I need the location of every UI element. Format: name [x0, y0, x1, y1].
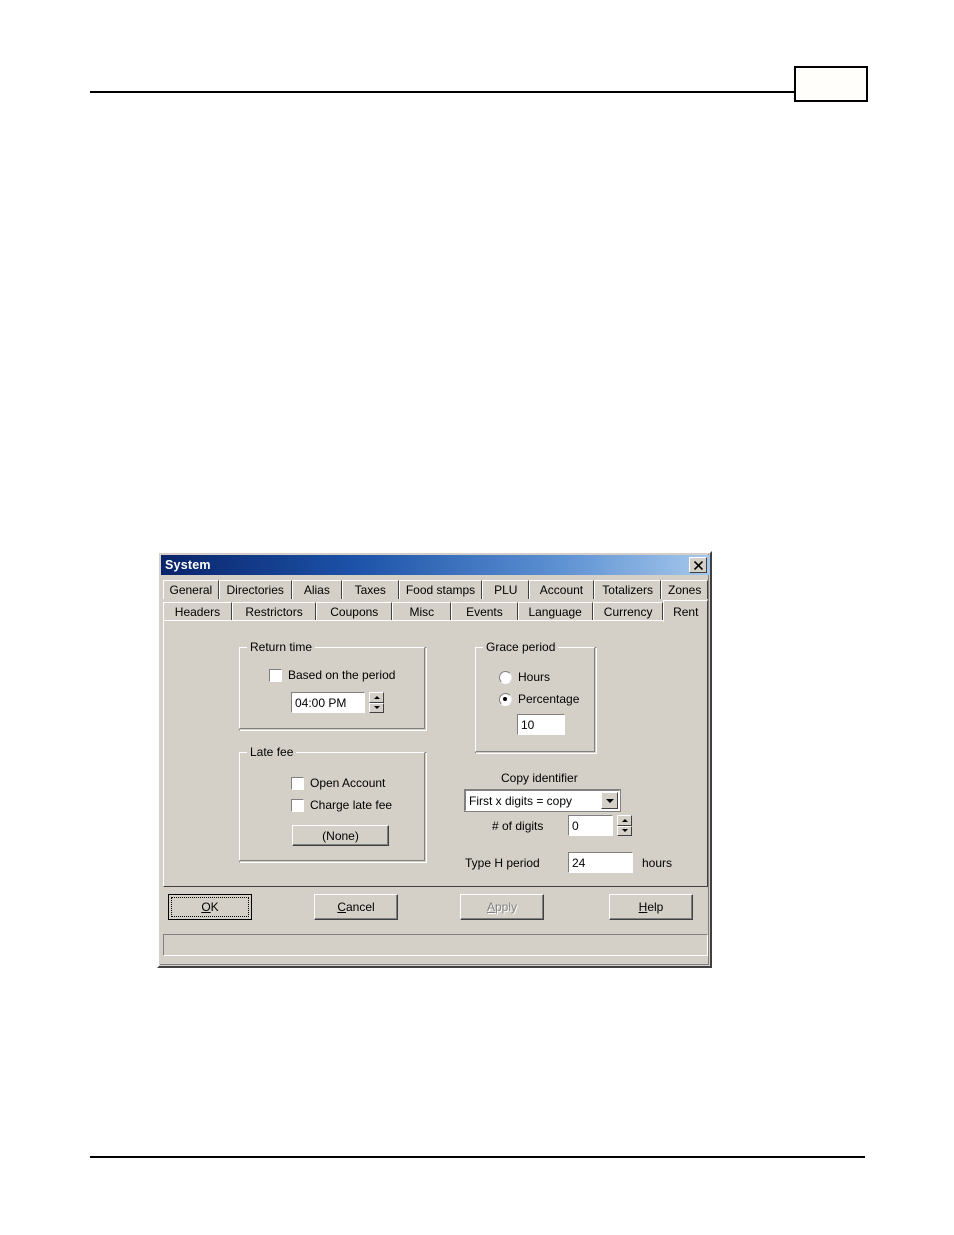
radio-grace-hours[interactable]: Hours	[499, 670, 550, 684]
number-of-digits-spinner[interactable]	[617, 815, 632, 836]
apply-accel: A	[486, 900, 495, 914]
ok-button-label: OK	[201, 900, 218, 914]
apply-button[interactable]: Apply	[460, 894, 544, 920]
cancel-button[interactable]: Cancel	[314, 894, 398, 920]
dialog-statusbar	[163, 934, 708, 956]
cancel-button-label: Cancel	[337, 900, 374, 914]
groupbox-return-time: Return time Based on the period 04:00 PM	[239, 640, 427, 731]
late-fee-none-button[interactable]: (None)	[292, 825, 389, 846]
tab-account[interactable]: Account	[529, 580, 594, 599]
dialog-titlebar[interactable]: System	[161, 555, 710, 575]
help-button-label: Help	[639, 900, 664, 914]
close-icon[interactable]	[689, 557, 707, 573]
groupbox-return-time-inner	[239, 647, 425, 729]
help-button[interactable]: Help	[609, 894, 693, 920]
grace-percentage-input[interactable]: 10	[516, 713, 566, 736]
page-header-box	[794, 66, 868, 102]
copy-identifier-label: Copy identifier	[501, 771, 578, 785]
chevron-down-glyph	[605, 798, 614, 803]
dialog-title: System	[165, 558, 211, 572]
spinner-up-icon	[373, 695, 380, 699]
checkbox-open-account[interactable]: Open Account	[291, 776, 385, 790]
ok-rest: K	[210, 900, 219, 914]
checkbox-charge-late-fee-label: Charge late fee	[310, 798, 393, 812]
tab-row-1: General Directories Alias Taxes Food sta…	[163, 578, 708, 599]
apply-rest: pply	[495, 900, 518, 914]
cancel-accel: C	[337, 900, 346, 914]
copy-identifier-selected-value: First x digits = copy	[469, 793, 573, 808]
page-footer-rule	[90, 1156, 865, 1158]
type-h-period-input[interactable]: 24	[567, 851, 634, 874]
help-rest: elp	[647, 900, 664, 914]
checkbox-charge-late-fee-box[interactable]	[291, 798, 304, 812]
tab-restrictors[interactable]: Restrictors	[231, 602, 317, 621]
spinner-down-icon	[373, 706, 380, 710]
checkbox-open-account-box[interactable]	[291, 776, 304, 790]
tab-totalizers[interactable]: Totalizers	[593, 580, 662, 599]
tab-zones[interactable]: Zones	[661, 580, 708, 599]
tab-row-2: Headers Restrictors Coupons Misc Events …	[163, 600, 708, 622]
checkbox-open-account-label: Open Account	[310, 776, 386, 790]
return-time-input[interactable]: 04:00 PM	[290, 691, 366, 714]
chevron-down-icon[interactable]	[601, 792, 618, 809]
tab-coupons[interactable]: Coupons	[316, 602, 393, 621]
spinner-up-icon	[621, 818, 628, 822]
radio-grace-hours-circle[interactable]	[499, 670, 512, 684]
type-h-period-units: hours	[642, 856, 673, 870]
spinner-down-icon	[621, 829, 628, 833]
tab-alias[interactable]: Alias	[291, 580, 342, 599]
tab-food-stamps[interactable]: Food stamps	[398, 580, 483, 599]
return-time-spinner[interactable]	[369, 692, 384, 713]
return-time-spinner-down[interactable]	[369, 702, 384, 713]
groupbox-grace-period-title: Grace period	[483, 640, 559, 654]
tab-strip: General Directories Alias Taxes Food sta…	[163, 578, 708, 622]
tab-taxes[interactable]: Taxes	[341, 580, 399, 599]
radio-grace-hours-label: Hours	[518, 670, 551, 684]
tab-language[interactable]: Language	[517, 602, 593, 621]
checkbox-based-on-the-period-label: Based on the period	[288, 668, 396, 682]
ok-button[interactable]: OK	[168, 894, 252, 920]
tab-directories[interactable]: Directories	[218, 580, 292, 599]
tab-rent[interactable]: Rent	[663, 600, 708, 622]
tab-currency[interactable]: Currency	[592, 602, 664, 621]
cancel-rest: ancel	[345, 900, 375, 914]
number-of-digits-spinner-up[interactable]	[617, 815, 632, 826]
number-of-digits-label: # of digits	[492, 819, 544, 833]
tab-page-rent: Return time Based on the period 04:00 PM…	[163, 620, 708, 887]
number-of-digits-spinner-down[interactable]	[617, 825, 632, 836]
radio-grace-percentage-circle[interactable]	[499, 692, 512, 706]
tab-headers[interactable]: Headers	[163, 602, 232, 621]
checkbox-based-on-the-period-box[interactable]	[269, 668, 282, 682]
type-h-period-label: Type H period	[465, 856, 540, 870]
radio-grace-percentage-label: Percentage	[518, 692, 580, 706]
tab-plu[interactable]: PLU	[482, 580, 530, 599]
copy-identifier-select[interactable]: First x digits = copy	[464, 789, 621, 812]
page-header-rule	[90, 91, 865, 93]
return-time-spinner-up[interactable]	[369, 692, 384, 703]
apply-button-label: Apply	[487, 900, 517, 914]
checkbox-charge-late-fee[interactable]: Charge late fee	[291, 798, 392, 812]
close-glyph	[693, 560, 703, 570]
tab-general[interactable]: General	[163, 580, 219, 599]
groupbox-grace-period: Grace period Hours Percentage 10	[475, 640, 597, 754]
late-fee-none-button-label: (None)	[322, 828, 359, 843]
system-dialog: System General Directories Alias Taxes F…	[157, 551, 712, 968]
ok-accel: O	[201, 900, 211, 914]
groupbox-late-fee: Late fee Open Account Charge late fee (N…	[239, 745, 427, 863]
groupbox-return-time-title: Return time	[247, 640, 316, 654]
dialog-button-bar: OK Cancel Apply Help	[159, 894, 710, 934]
tab-misc[interactable]: Misc	[392, 602, 452, 621]
checkbox-based-on-the-period[interactable]: Based on the period	[269, 668, 395, 682]
number-of-digits-input[interactable]: 0	[567, 814, 614, 837]
tab-events[interactable]: Events	[451, 602, 518, 621]
radio-grace-percentage[interactable]: Percentage	[499, 692, 579, 706]
groupbox-late-fee-title: Late fee	[247, 745, 297, 759]
